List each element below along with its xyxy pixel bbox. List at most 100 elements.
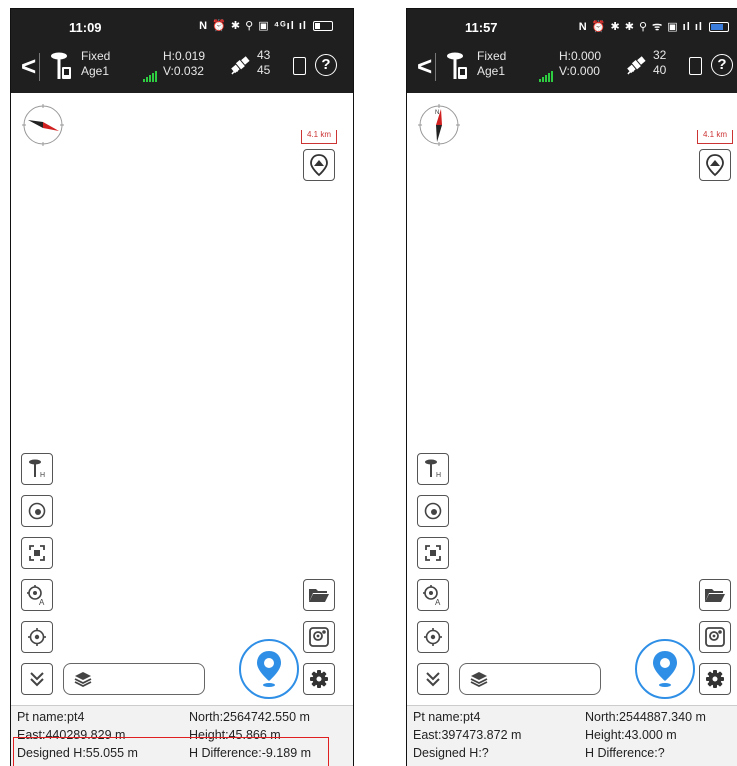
north-value: North:2564742.550 m [189,710,310,724]
compass-icon[interactable] [19,101,67,149]
bubble-level-icon [28,502,46,520]
satellites-visible: 40 [653,63,667,77]
survey-point-button[interactable] [239,639,299,699]
height-difference-value: H Difference:? [585,746,665,760]
satellites-used: 32 [653,48,667,62]
svg-text:H: H [40,472,45,479]
status-icons: N ⏰ ✱ ✱ ⚲ ᯤ ▣ ıl ıl [579,19,729,34]
divider [435,53,436,81]
point-name: Pt name:pt4 [413,710,481,724]
designed-height-value: Designed H:? [413,746,489,760]
folder-icon [309,589,329,602]
double-chevron-down-icon [30,672,44,687]
location-pin-icon [653,651,677,687]
status-icons-text: N ⏰ ✱ ✱ ⚲ ᯤ ▣ ıl ıl [578,21,703,33]
settings-button[interactable] [699,663,731,695]
age-label: Age1 [81,64,110,78]
folder-icon [705,589,725,602]
back-button[interactable]: < [417,53,432,79]
phone-screen-right: 11:57 N ⏰ ✱ ✱ ⚲ ᯤ ▣ ıl ıl < Fixed Age1 H… [406,8,737,766]
svg-text:H: H [436,472,441,479]
help-button[interactable]: ? [315,54,337,76]
open-folder-button[interactable] [699,579,731,611]
point-name: Pt name:pt4 [17,710,85,724]
point-info-panel: Pt name:pt4 North:2544887.340 m East:397… [407,705,737,766]
age-label: Age1 [477,64,506,78]
svg-text:A: A [435,598,441,606]
tilt-button[interactable] [417,495,449,527]
h-precision: H:0.019 [163,49,206,63]
map-scale: 4.1 km [697,130,733,144]
antenna-height-icon: H [29,459,45,479]
help-button[interactable]: ? [711,54,733,76]
battery-charging-icon [709,22,729,33]
satellite-count: 32 40 [653,48,666,78]
bubble-level-icon [424,502,442,520]
status-icons-text: N ⏰ ✱ ⚲ ▣ ⁴ᴳıl ıl [199,20,307,32]
h-precision: H:0.000 [559,49,602,63]
highlight-box [13,737,329,766]
back-button[interactable]: < [21,53,36,79]
divider [39,53,40,81]
top-bar: 11:09 N ⏰ ✱ ⚲ ▣ ⁴ᴳıl ıl < Fixed Age1 H:0… [11,9,353,93]
auto-center-button[interactable]: A [21,579,53,611]
antenna-height-icon: H [425,459,441,479]
layers-icon [74,672,92,687]
signal-strength-icon [143,71,157,82]
svg-text:A: A [39,598,45,606]
tilt-button[interactable] [21,495,53,527]
status-time: 11:09 [69,20,102,35]
open-folder-button[interactable] [303,579,335,611]
full-extent-icon [29,545,45,561]
satellite-icon[interactable] [625,53,647,77]
map-pin-icon [310,154,328,177]
center-location-button[interactable] [417,621,449,653]
device-battery-icon[interactable] [293,57,306,75]
layers-icon [470,672,488,687]
east-value: East:397473.872 m [413,728,522,742]
full-extent-icon [425,545,441,561]
gnss-rover-icon[interactable] [49,51,73,81]
map-point-button[interactable] [303,621,335,653]
collapse-toolbar-button[interactable] [21,663,53,695]
map-scale: 4.1 km [301,130,337,144]
double-chevron-down-icon [426,672,440,687]
north-value: North:2544887.340 m [585,710,706,724]
phone-screen-left: 11:09 N ⏰ ✱ ⚲ ▣ ⁴ᴳıl ıl < Fixed Age1 H:0… [10,8,354,766]
height-value: Height:43.000 m [585,728,677,742]
solution-label: Fixed [477,49,507,63]
layer-selector[interactable] [459,663,601,695]
solution-label: Fixed [81,49,111,63]
precision-readout: H:0.019 V:0.032 [163,49,205,79]
gear-icon [706,670,724,688]
auto-locate-icon: A [423,585,441,606]
survey-point-button[interactable] [635,639,695,699]
map-location-icon [705,627,725,647]
auto-center-button[interactable]: A [417,579,449,611]
svg-text:N: N [435,110,439,116]
locate-pin-button[interactable] [303,149,335,181]
map-point-button[interactable] [699,621,731,653]
zoom-extent-button[interactable] [21,537,53,569]
locate-pin-button[interactable] [699,149,731,181]
gear-icon [310,670,328,688]
collapse-toolbar-button[interactable] [417,663,449,695]
battery-status-icon [313,21,333,32]
satellites-used: 43 [257,48,271,62]
precision-readout: H:0.000 V:0.000 [559,49,601,79]
zoom-extent-button[interactable] [417,537,449,569]
satellite-count: 43 45 [257,48,270,78]
auto-locate-icon: A [27,585,45,606]
rover-height-button[interactable]: H [417,453,449,485]
crosshair-icon [424,628,442,646]
gnss-rover-icon[interactable] [445,51,469,81]
v-precision: V:0.032 [163,64,204,78]
compass-icon[interactable]: N [415,101,463,149]
satellite-icon[interactable] [229,53,251,77]
layer-selector[interactable] [63,663,205,695]
crosshair-icon [28,628,46,646]
center-location-button[interactable] [21,621,53,653]
device-battery-icon[interactable] [689,57,702,75]
rover-height-button[interactable]: H [21,453,53,485]
settings-button[interactable] [303,663,335,695]
